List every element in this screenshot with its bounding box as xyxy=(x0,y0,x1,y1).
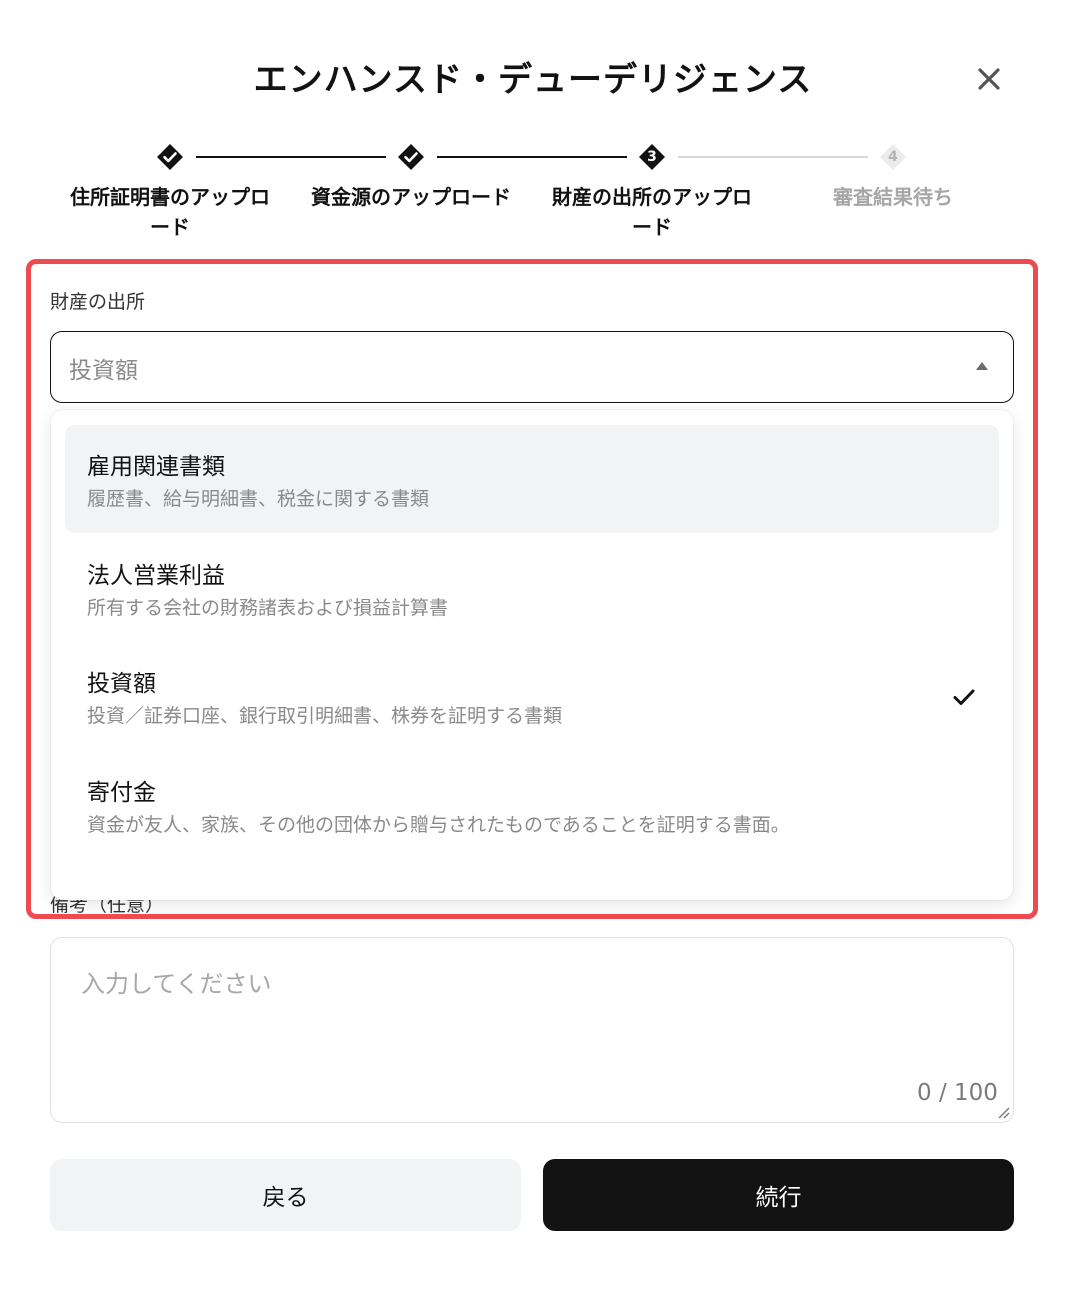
select-value: 投資額 xyxy=(69,358,138,384)
notes-textarea[interactable]: 入力してください 0 / 100 xyxy=(50,937,1014,1123)
close-icon xyxy=(978,68,1000,90)
step-3-number: 3 xyxy=(647,149,657,165)
step-3-indicator: 3 xyxy=(638,143,666,171)
resize-handle-icon[interactable] xyxy=(996,1105,1010,1119)
step-connector xyxy=(678,156,868,158)
option-description: 所有する会社の財務諸表および損益計算書 xyxy=(87,597,449,619)
option-donations[interactable]: 寄付金 資金が友人、家族、その他の団体から贈与されたものであることを証明する書面… xyxy=(65,751,999,859)
option-title: 投資額 xyxy=(87,671,156,697)
option-investments[interactable]: 投資額 投資／証券口座、銀行取引明細書、株券を証明する書類 xyxy=(65,642,999,750)
step-1-indicator xyxy=(156,143,184,171)
option-title: 寄付金 xyxy=(87,780,156,806)
check-badge-icon xyxy=(157,144,183,170)
option-title: 法人営業利益 xyxy=(87,563,225,589)
wealth-source-select[interactable]: 投資額 xyxy=(50,331,1014,403)
notes-placeholder: 入力してください xyxy=(81,970,272,998)
close-button[interactable] xyxy=(970,60,1008,98)
step-2-indicator xyxy=(397,143,425,171)
caret-up-icon xyxy=(976,362,988,370)
option-description: 履歴書、給与明細書、税金に関する書類 xyxy=(87,488,430,510)
step-3-label: 財産の出所のアップロード xyxy=(552,185,752,239)
wealth-source-label: 財産の出所 xyxy=(50,291,146,313)
character-counter: 0 / 100 xyxy=(917,1080,998,1106)
checkmark-icon xyxy=(953,689,975,705)
option-description: 投資／証券口座、銀行取引明細書、株券を証明する書類 xyxy=(87,705,563,727)
step-4-label: 審査結果待ち xyxy=(833,185,953,209)
step-4-indicator: 4 xyxy=(879,143,907,171)
option-title: 雇用関連書類 xyxy=(87,454,225,480)
check-badge-icon xyxy=(398,144,424,170)
option-business-profit[interactable]: 法人営業利益 所有する会社の財務諸表および損益計算書 xyxy=(65,534,999,642)
step-connector xyxy=(437,156,627,158)
step-1-label: 住所証明書のアップロード xyxy=(70,185,270,239)
step-4-number: 4 xyxy=(888,149,898,165)
edd-modal: エンハンスド・デューデリジェンス 住所証明書のアップロード 資金源のアップロード xyxy=(0,0,1066,1292)
option-employment-documents[interactable]: 雇用関連書類 履歴書、給与明細書、税金に関する書類 xyxy=(65,425,999,533)
option-description: 資金が友人、家族、その他の団体から贈与されたものであることを証明する書面。 xyxy=(87,814,790,836)
step-2-label: 資金源のアップロード xyxy=(311,185,511,209)
continue-button[interactable]: 続行 xyxy=(543,1159,1014,1231)
progress-stepper: 住所証明書のアップロード 資金源のアップロード 3 財産の出所のアップロード 4… xyxy=(50,142,1014,252)
back-button[interactable]: 戻る xyxy=(50,1159,521,1231)
wealth-source-dropdown: 雇用関連書類 履歴書、給与明細書、税金に関する書類 法人営業利益 所有する会社の… xyxy=(51,410,1013,900)
step-connector xyxy=(196,156,386,158)
modal-title: エンハンスド・デューデリジェンス xyxy=(253,60,813,100)
